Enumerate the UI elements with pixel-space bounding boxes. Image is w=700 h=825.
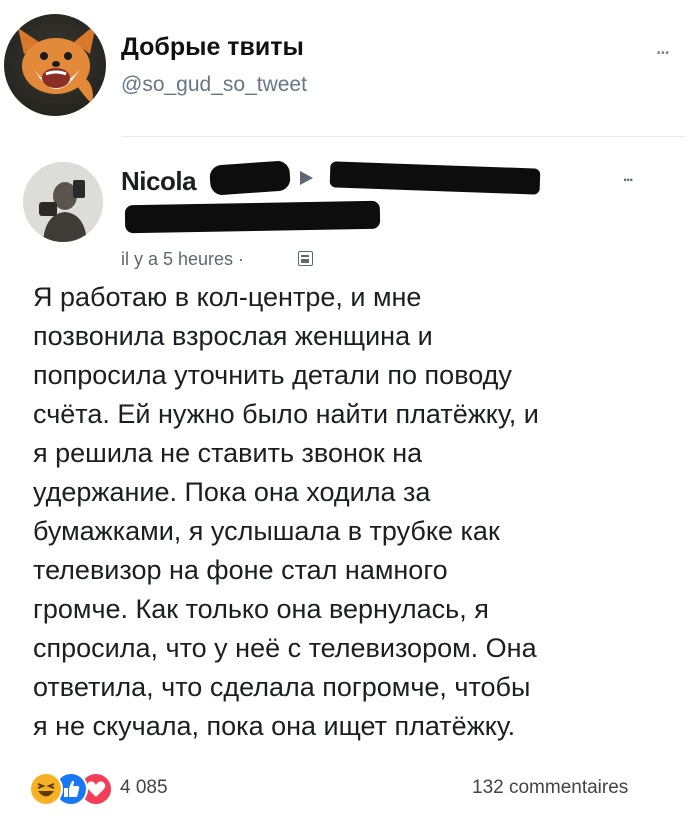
- share-arrow-icon: [300, 171, 313, 185]
- reactions-summary[interactable]: [29, 772, 129, 806]
- post-text-line: громче. Как только она вернулась, я: [33, 594, 489, 624]
- post-text-line: счёта. Ей нужно было найти платёжку, и: [33, 399, 539, 429]
- tweet-author-name[interactable]: Добрые твиты: [121, 33, 304, 62]
- post-text-line: я не скучала, пока она ищет платёжку.: [33, 711, 516, 741]
- fox-icon: [18, 24, 96, 104]
- redaction-mark: [329, 161, 541, 195]
- tweet-author-handle[interactable]: @so_gud_so_tweet: [121, 73, 307, 97]
- post-author-name[interactable]: Nicola: [121, 166, 197, 197]
- post-text-line: спросила, что у неё с телевизором. Она: [33, 633, 537, 663]
- comments-count-link[interactable]: 132 commentaires: [472, 777, 628, 799]
- post-timestamp[interactable]: il y a 5 heures ·: [121, 249, 244, 270]
- post-text-line: удержание. Пока она ходила за: [33, 477, 431, 507]
- post-text-line: Я работаю в кол-центре, и мне: [33, 282, 422, 312]
- more-options-icon[interactable]: ...: [655, 30, 671, 61]
- divider: [121, 136, 685, 137]
- post-body: Я работаю в кол-центре, и мне позвонила …: [33, 278, 693, 746]
- redaction-mark: [124, 200, 381, 234]
- public-audience-icon: [298, 251, 313, 266]
- post-more-options-icon[interactable]: ...: [622, 161, 634, 187]
- tweet-header: Добрые твиты @so_gud_so_tweet ...: [0, 0, 700, 135]
- post-text-line: я решила не ставить звонок на: [33, 438, 423, 468]
- post-text-line: телевизор на фоне стал намного: [33, 555, 448, 585]
- person-photo-icon: [23, 162, 103, 242]
- redaction-mark: [209, 160, 291, 196]
- post-text-line: позвонила взрослая женщина и: [33, 321, 433, 351]
- post-author-avatar[interactable]: [23, 162, 103, 242]
- fox-avatar[interactable]: [4, 14, 106, 116]
- reaction-count[interactable]: 4 085: [120, 777, 168, 799]
- post-text-line: ответила, что сделала погромче, чтобы: [33, 672, 531, 702]
- post-text-line: попросила уточнить детали по поводу: [33, 360, 512, 390]
- haha-reaction-icon: [29, 772, 63, 806]
- post-text-line: бумажками, я услышала в трубке как: [33, 516, 500, 546]
